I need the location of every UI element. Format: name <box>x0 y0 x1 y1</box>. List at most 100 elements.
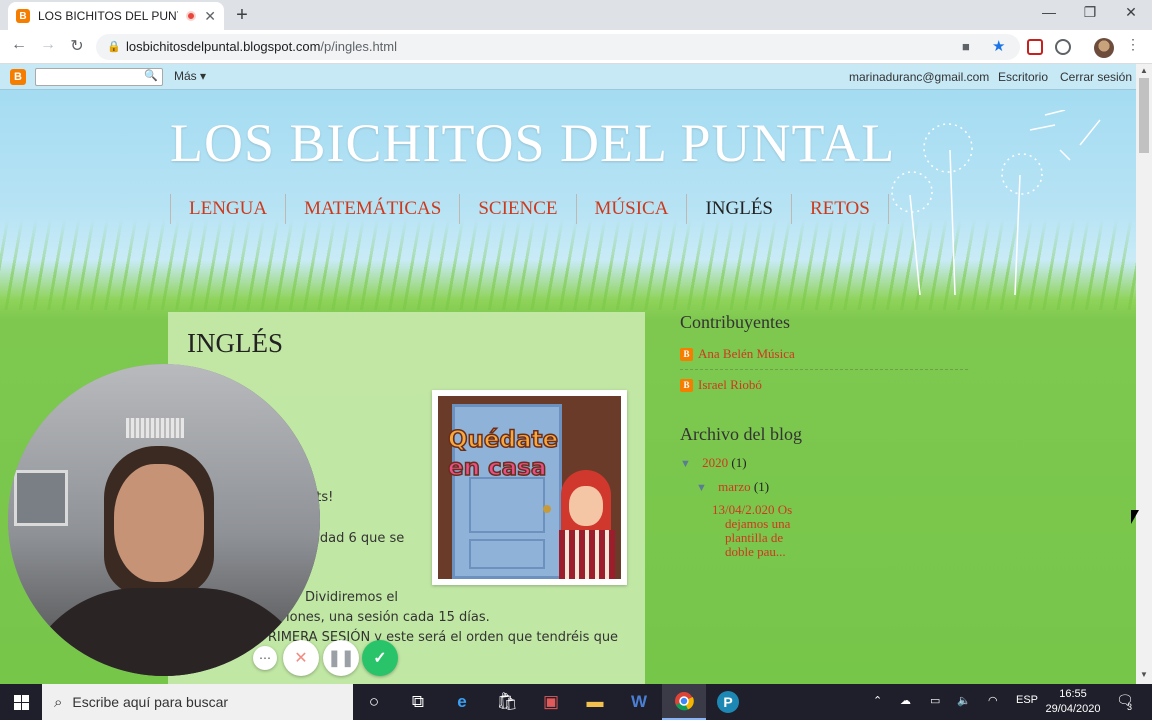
close-window-button[interactable]: ✕ <box>1116 4 1146 21</box>
contributor-link[interactable]: B Ana Belén Música <box>680 341 970 367</box>
archive-year-link[interactable]: 2020 <box>702 455 728 470</box>
image-text-line-1: Quédate <box>447 426 559 454</box>
blogger-logo-icon[interactable]: B <box>10 69 26 85</box>
archive-post-line: dejamos una <box>725 516 791 531</box>
archive-post-line: 13/04/2.020 Os <box>712 502 793 517</box>
menu-item-lengua[interactable]: LENGUA <box>171 194 287 224</box>
taskbar-search[interactable]: ⌕ Escribe aquí para buscar <box>42 684 353 720</box>
scrollbar-thumb[interactable] <box>1139 78 1149 153</box>
archive-post-line: doble pau... <box>725 544 786 559</box>
girl-illustration <box>557 470 615 579</box>
file-explorer-icon[interactable]: ▬ <box>573 684 617 720</box>
cancel-recording-button[interactable]: ✕ <box>283 640 319 676</box>
browser-toolbar: ← → ↻ 🔒 losbichitosdelpuntal.blogspot.co… <box>0 30 1152 64</box>
search-icon[interactable]: 🔍 <box>144 69 158 82</box>
contributor-name[interactable]: Israel Riobó <box>698 377 762 393</box>
image-text-line-2: en casa <box>447 454 547 482</box>
close-tab-icon[interactable]: ✕ <box>204 8 216 25</box>
profile-avatar[interactable] <box>1094 38 1114 58</box>
minimize-window-button[interactable]: — <box>1034 4 1064 20</box>
word-icon[interactable]: W <box>617 684 661 720</box>
volume-icon[interactable]: 🔈 <box>957 694 971 707</box>
clock-time: 16:55 <box>1059 688 1087 700</box>
browser-tab[interactable]: B LOS BICHITOS DEL PUNTAL ✕ <box>8 2 224 30</box>
blogger-profile-icon: B <box>680 347 693 361</box>
store-icon[interactable]: 🛍 <box>485 684 529 720</box>
contributors-heading: Contribuyentes <box>680 312 790 332</box>
user-email[interactable]: marinaduranc@gmail.com <box>849 70 989 84</box>
post-image[interactable]: Quédate en casa <box>432 390 627 585</box>
contributor-name[interactable]: Ana Belén Música <box>698 346 795 362</box>
more-menu[interactable]: Más ▾ <box>174 69 206 83</box>
camera-icon[interactable]: ■ <box>962 34 970 60</box>
menu-item-ingles[interactable]: INGLÉS <box>687 194 792 224</box>
onedrive-icon[interactable]: ☁ <box>900 694 911 707</box>
menu-item-musica[interactable]: MÚSICA <box>577 194 688 224</box>
stay-home-illustration: Quédate en casa <box>438 396 621 579</box>
url-domain: losbichitosdelpuntal.blogspot.com <box>126 39 321 54</box>
clock[interactable]: 16:55 29/04/2020 <box>1040 687 1106 717</box>
show-hidden-icons-icon[interactable]: ⌃ <box>873 694 882 707</box>
forward-button[interactable]: → <box>38 36 58 54</box>
scroll-up-arrow-icon[interactable]: ▲ <box>1136 66 1152 75</box>
archive-post-link[interactable]: 13/04/2.020 Os dejamos una plantilla de … <box>712 503 812 559</box>
logout-link[interactable]: Cerrar sesión <box>1060 70 1132 84</box>
address-bar[interactable]: 🔒 losbichitosdelpuntal.blogspot.com/p/in… <box>96 34 1020 60</box>
dandelion-decoration <box>891 110 1101 296</box>
start-button[interactable] <box>0 684 42 720</box>
blog-title[interactable]: LOS BICHITOS DEL PUNTAL <box>170 112 895 174</box>
browser-tab-strip: B LOS BICHITOS DEL PUNTAL ✕ + — ❐ ✕ <box>0 0 1152 30</box>
extension-pocket-icon[interactable] <box>1027 39 1043 55</box>
menu-item-science[interactable]: SCIENCE <box>460 194 577 224</box>
divider <box>680 369 968 370</box>
wifi-icon[interactable]: ◠ <box>988 694 998 707</box>
expand-triangle-icon[interactable]: ▼ <box>696 482 707 494</box>
blog-search-input[interactable]: 🔍 <box>35 68 163 86</box>
archive-month-link[interactable]: marzo <box>718 479 750 494</box>
wall-photo-frame <box>14 470 68 526</box>
taskbar-search-placeholder: Escribe aquí para buscar <box>72 694 229 710</box>
scroll-down-arrow-icon[interactable]: ▼ <box>1136 670 1152 679</box>
menu-item-matematicas[interactable]: MATEMÁTICAS <box>286 194 461 224</box>
chrome-icon[interactable] <box>662 684 706 720</box>
language-indicator[interactable]: ESP <box>1016 694 1038 706</box>
blogger-profile-icon: B <box>680 378 693 392</box>
wall-vent <box>126 418 184 438</box>
expand-triangle-icon[interactable]: ▼ <box>680 458 691 470</box>
contributor-link[interactable]: B Israel Riobó <box>680 372 970 398</box>
vertical-scrollbar[interactable]: ▲ ▼ <box>1136 64 1152 684</box>
archive-year[interactable]: ▼ 2020 (1) <box>680 455 970 471</box>
post-title: INGLÉS <box>187 328 283 358</box>
presenter-face <box>114 464 204 582</box>
menu-item-retos[interactable]: RETOS <box>792 194 889 224</box>
cortana-icon[interactable]: ○ <box>352 684 396 720</box>
url-path: /p/ingles.html <box>320 39 397 54</box>
blogger-navbar: B 🔍 Más ▾ marinaduranc@gmail.com Escrito… <box>0 64 1136 90</box>
gift-app-icon[interactable]: ▣ <box>529 684 573 720</box>
new-tab-button[interactable]: + <box>232 4 252 27</box>
pinned-p-app-icon[interactable]: P <box>706 684 750 720</box>
task-view-icon[interactable]: ⧉ <box>396 684 440 720</box>
post-text-line: nidad 6 que se <box>308 531 405 546</box>
restore-window-button[interactable]: ❐ <box>1075 4 1105 21</box>
reload-button[interactable]: ↻ <box>67 36 87 56</box>
edge-icon[interactable]: e <box>440 684 484 720</box>
pause-recording-button[interactable]: ❚❚ <box>323 640 359 676</box>
menu-kebab-icon[interactable]: ⋮ <box>1123 36 1143 53</box>
finish-recording-button[interactable]: ✓ <box>362 640 398 676</box>
notifications-count: 3 <box>1127 702 1133 712</box>
desktop-link[interactable]: Escritorio <box>998 70 1048 84</box>
more-options-button[interactable]: ⋯ <box>253 646 277 670</box>
battery-icon[interactable]: ▭ <box>930 694 940 707</box>
windows-taskbar: ⌕ Escribe aquí para buscar ○ ⧉ e 🛍 ▣ ▬ W… <box>0 684 1152 720</box>
archive-month-count: (1) <box>753 479 770 494</box>
extension-icon[interactable] <box>1055 39 1071 55</box>
bookmark-star-icon[interactable]: ★ <box>992 34 1005 60</box>
sidebar: Contribuyentes B Ana Belén Música B Isra… <box>680 312 970 559</box>
lock-icon: 🔒 <box>107 41 121 53</box>
search-icon: ⌕ <box>54 693 63 711</box>
archive-month[interactable]: ▼ marzo (1) <box>696 479 970 495</box>
archive-post-line: plantilla de <box>725 530 784 545</box>
webcam-overlay[interactable] <box>8 364 320 676</box>
back-button[interactable]: ← <box>9 36 29 54</box>
